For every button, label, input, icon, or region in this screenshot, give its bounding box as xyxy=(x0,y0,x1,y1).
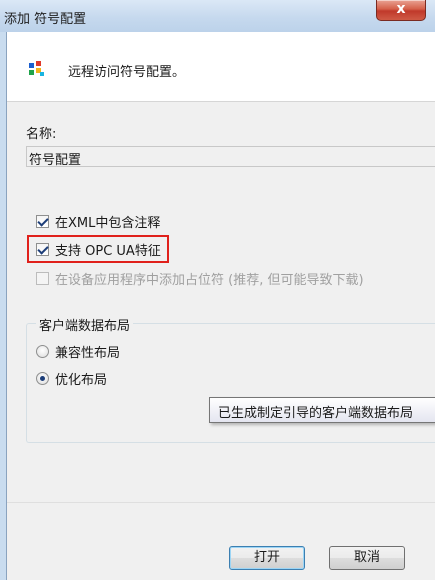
title-bar: 添加 符号配置 x xyxy=(0,0,435,32)
group-title: 客户端数据布局 xyxy=(36,315,134,334)
dialog-body: 名称: 符号配置 在XML中包含注释 支持 OPC UA特征 在设备应用程序中添… xyxy=(7,102,435,502)
radio-compatible-layout[interactable]: 兼容性布局 xyxy=(36,341,120,361)
dialog-footer: 打开 取消 xyxy=(7,502,435,580)
close-icon: x xyxy=(396,1,406,17)
checkbox-label: 在XML中包含注释 xyxy=(55,215,161,231)
header-description: 远程访问符号配置。 xyxy=(68,65,186,80)
radio-button[interactable] xyxy=(36,344,49,358)
tooltip: 已生成制定引导的客户端数据布局 xyxy=(209,397,435,423)
radio-button[interactable] xyxy=(36,371,49,385)
checkbox-include-comments[interactable]: 在XML中包含注释 xyxy=(36,211,160,231)
symbol-config-icon xyxy=(29,61,45,77)
radio-optimized-layout[interactable]: 优化布局 xyxy=(36,368,107,388)
close-button[interactable]: x xyxy=(376,0,426,21)
checkbox-box xyxy=(36,271,49,285)
radio-label: 优化布局 xyxy=(55,372,108,388)
window-title: 添加 符号配置 xyxy=(4,12,87,27)
open-button[interactable]: 打开 xyxy=(229,546,305,570)
cancel-button[interactable]: 取消 xyxy=(329,546,405,570)
checkbox-add-placeholders: 在设备应用程序中添加占位符 (推荐, 但可能导致下载) xyxy=(36,268,364,288)
name-input[interactable]: 符号配置 xyxy=(26,146,435,168)
radio-label: 兼容性布局 xyxy=(55,345,121,361)
checkbox-label: 支持 OPC UA特征 xyxy=(55,243,161,259)
checkbox-box[interactable] xyxy=(36,242,49,256)
dialog-header: 远程访问符号配置。 xyxy=(7,32,435,102)
checkbox-label: 在设备应用程序中添加占位符 (推荐, 但可能导致下载) xyxy=(55,272,364,288)
checkbox-box[interactable] xyxy=(36,214,49,228)
name-label: 名称: xyxy=(26,127,57,142)
checkbox-opc-ua-features[interactable]: 支持 OPC UA特征 xyxy=(36,239,161,259)
dialog-client: 远程访问符号配置。 名称: 符号配置 在XML中包含注释 支持 OPC UA特征… xyxy=(6,32,435,580)
